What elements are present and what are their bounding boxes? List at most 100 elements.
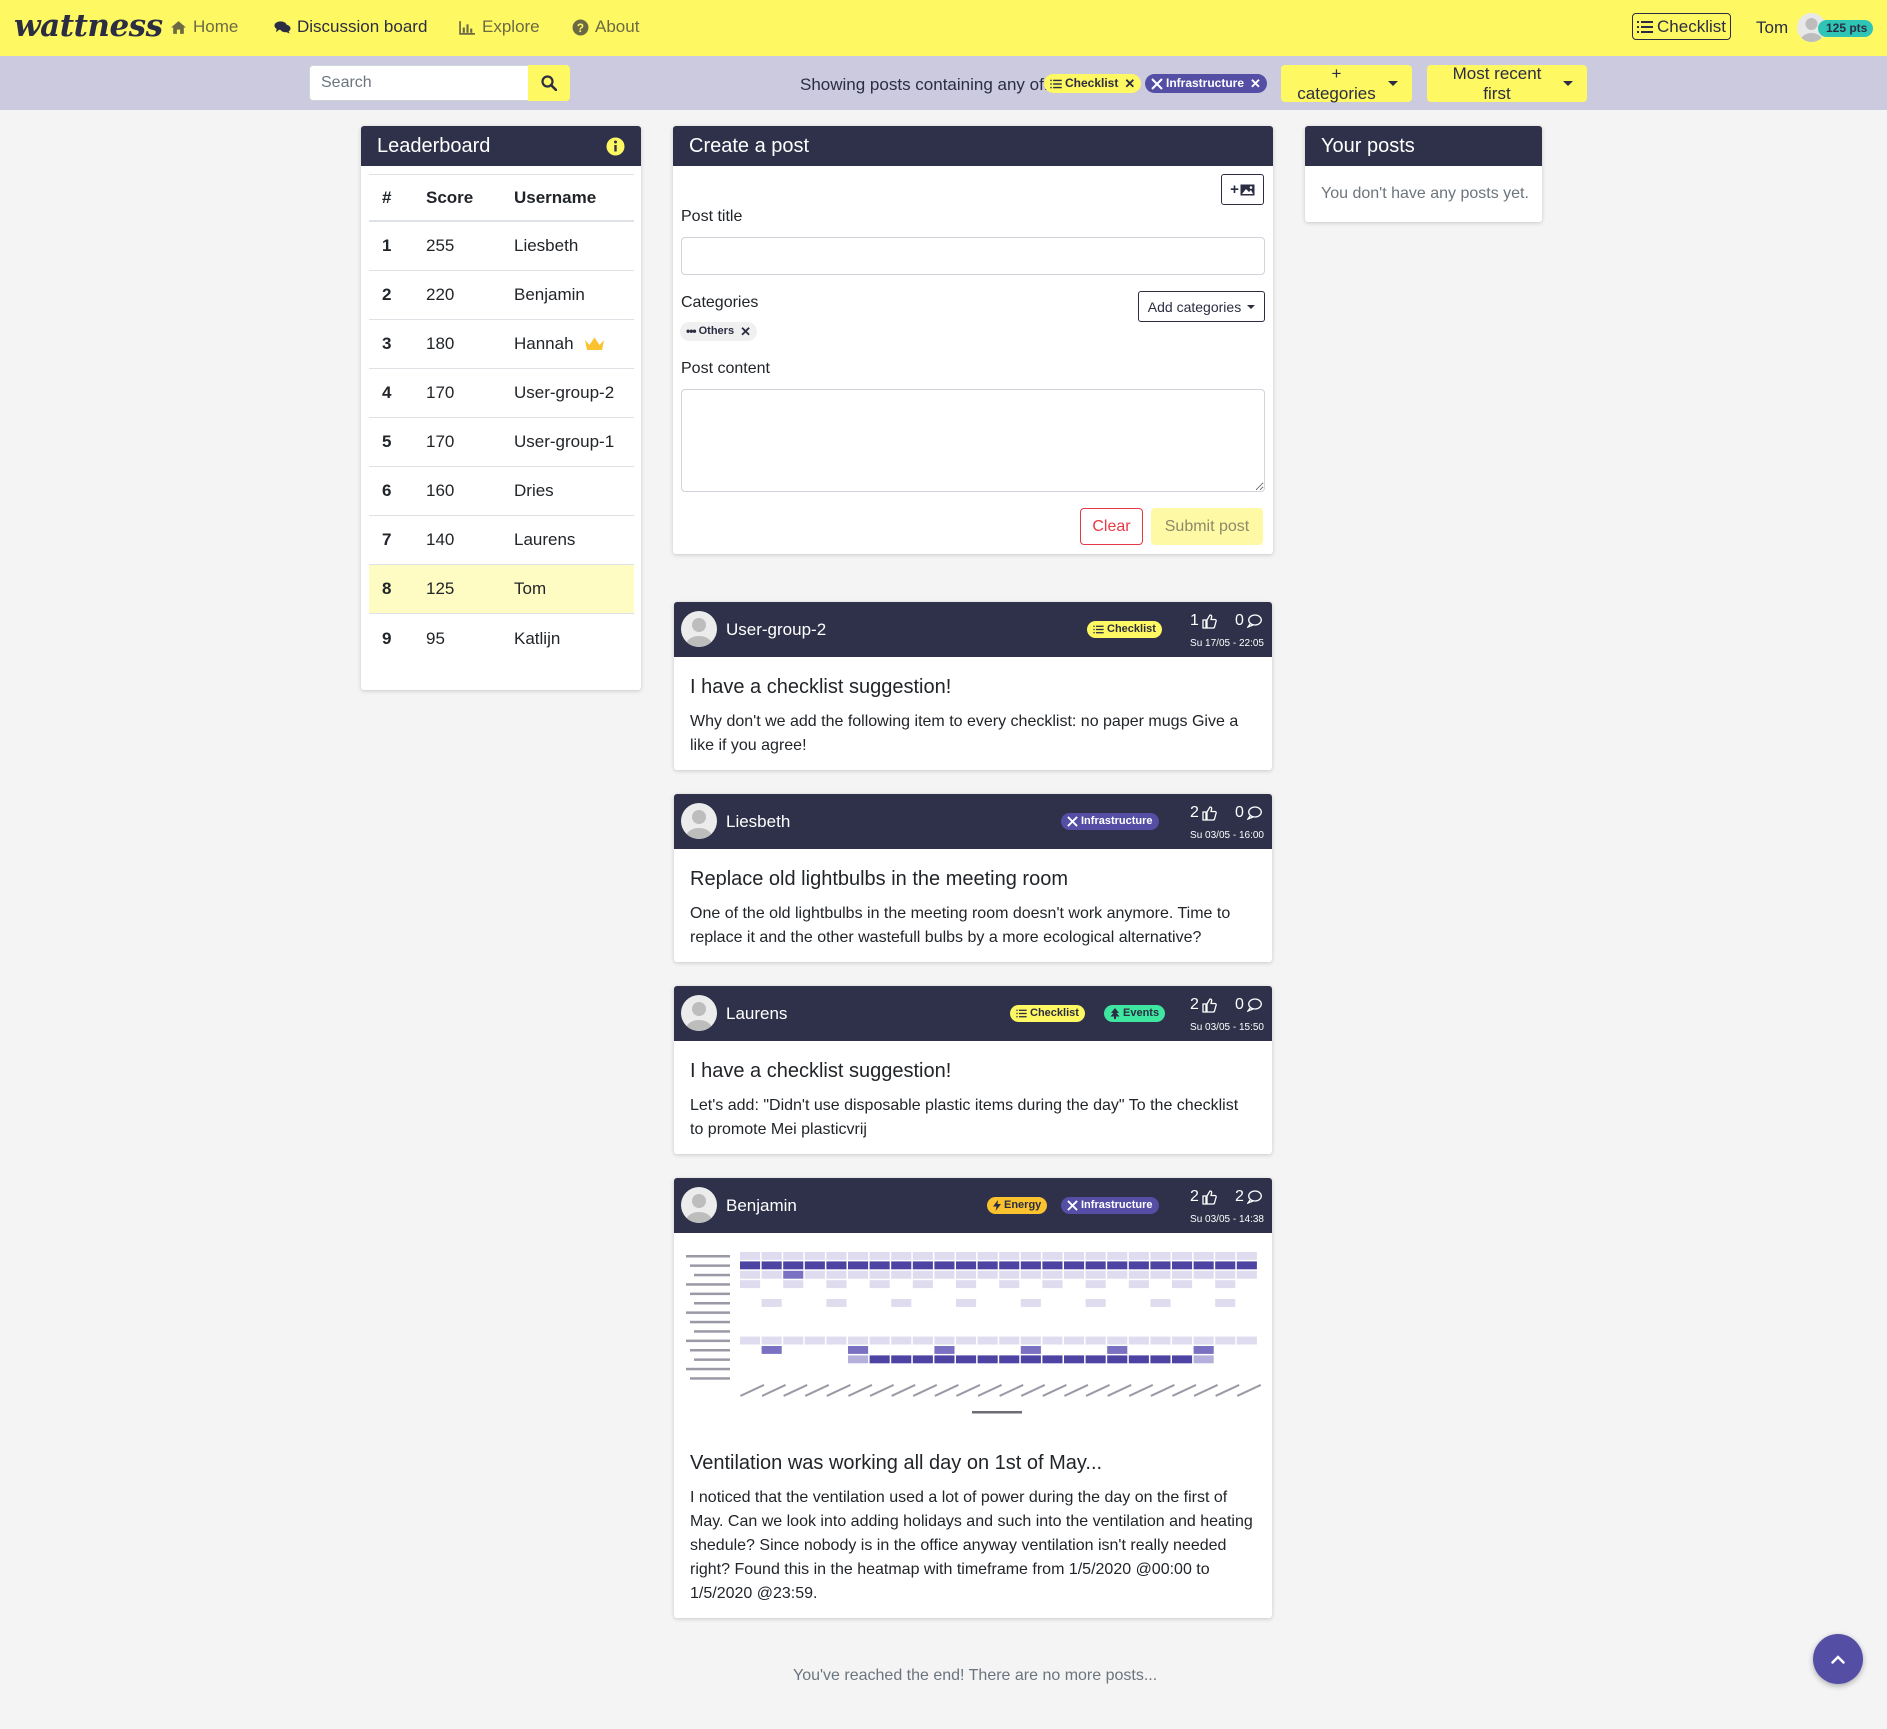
app-logo[interactable]: wattness <box>14 8 163 44</box>
heatmap-cell <box>869 1270 890 1279</box>
clear-button[interactable]: Clear <box>1080 508 1143 545</box>
heatmap-cell <box>891 1299 912 1307</box>
heatmap-cell <box>848 1261 869 1270</box>
post-author[interactable]: User-group-2 <box>726 620 826 640</box>
post-header: Benjamin Energy Infrastructure 2 2 Su 03… <box>674 1178 1272 1233</box>
likes-count: 1 <box>1190 612 1199 629</box>
heatmap-cell <box>1020 1346 1041 1354</box>
post-title-input[interactable] <box>681 237 1265 275</box>
heatmap-cell <box>826 1336 847 1345</box>
create-post-card: Create a post + Post title Categories Ad… <box>673 126 1273 554</box>
heatmap-cell <box>826 1270 847 1279</box>
search-button[interactable] <box>528 65 570 101</box>
add-categories-dropdown[interactable]: Add categories <box>1138 291 1265 322</box>
categories-dropdown-label: + categories <box>1297 63 1376 103</box>
heatmap-tick-label <box>1128 1384 1154 1397</box>
tag-energy[interactable]: Energy <box>987 1197 1048 1214</box>
heatmap-cell <box>1107 1261 1128 1270</box>
post-author[interactable]: Liesbeth <box>726 812 790 832</box>
likes[interactable]: 2 <box>1190 1188 1217 1206</box>
selected-category-chip[interactable]: ••• Others ✕ <box>680 322 757 341</box>
list-icon <box>1093 625 1104 634</box>
scroll-to-top-button[interactable] <box>1813 1634 1863 1684</box>
heatmap-cell <box>1172 1280 1193 1289</box>
comments[interactable]: 0 <box>1235 612 1262 630</box>
tag-infrastructure[interactable]: Infrastructure <box>1061 813 1159 830</box>
post-card[interactable]: Liesbeth Infrastructure 2 0 Su 03/05 - 1… <box>674 794 1272 962</box>
user-name[interactable]: Tom <box>1756 18 1788 38</box>
tag-events[interactable]: Events <box>1104 1005 1166 1022</box>
add-image-button[interactable]: + <box>1221 174 1264 205</box>
leaderboard-header: Leaderboard <box>361 126 641 166</box>
nav-home[interactable]: Home <box>170 17 238 37</box>
thumbs-up-icon <box>1202 1189 1217 1205</box>
heatmap-cell <box>848 1355 869 1364</box>
leaderboard-header-row: # Score Username <box>369 174 634 222</box>
post-author[interactable]: Benjamin <box>726 1196 797 1216</box>
close-icon[interactable]: ✕ <box>1250 74 1261 93</box>
username: Tom <box>514 579 547 598</box>
submit-post-button[interactable]: Submit post <box>1151 508 1263 545</box>
comments-icon <box>274 20 291 34</box>
search-input[interactable] <box>309 65 528 101</box>
likes[interactable]: 2 <box>1190 996 1217 1014</box>
bolt-icon <box>993 1200 1001 1211</box>
nav-about[interactable]: ? About <box>572 17 639 37</box>
nav-explore-label: Explore <box>482 17 540 36</box>
tag-infrastructure[interactable]: Infrastructure <box>1061 1197 1159 1214</box>
filter-chip-checklist[interactable]: Checklist ✕ <box>1044 74 1142 93</box>
heatmap-row-label <box>694 1302 730 1305</box>
heatmap-tick-label <box>1150 1384 1175 1397</box>
categories-dropdown[interactable]: + categories <box>1281 63 1412 103</box>
nav-explore[interactable]: Explore <box>459 17 540 37</box>
tag-label: Events <box>1123 1007 1160 1019</box>
leaderboard-row: 5 170 User-group-1 <box>369 418 634 467</box>
post-content-textarea[interactable] <box>681 389 1265 492</box>
heatmap-cell <box>1215 1270 1236 1279</box>
comments[interactable]: 0 <box>1235 996 1262 1014</box>
dots-icon: ••• <box>686 324 697 338</box>
tag-checklist[interactable]: Checklist <box>1010 1005 1085 1022</box>
chart-icon <box>459 20 475 35</box>
post-card[interactable]: User-group-2 Checklist 1 0 Su 17/05 - 22… <box>674 602 1272 770</box>
score: 180 <box>426 334 455 353</box>
heatmap-cell <box>848 1252 869 1260</box>
post-author[interactable]: Laurens <box>726 1004 787 1024</box>
col-rank-header: # <box>382 187 392 207</box>
heatmap-cell <box>1107 1355 1128 1364</box>
info-icon[interactable] <box>606 137 625 156</box>
filter-chip-infrastructure[interactable]: Infrastructure ✕ <box>1145 74 1267 93</box>
heatmap-cell <box>826 1299 847 1307</box>
post-date: Su 17/05 - 22:05 <box>1190 638 1264 649</box>
heatmap-cell <box>977 1355 998 1364</box>
heatmap-cell <box>912 1261 933 1270</box>
heatmap-cell <box>1150 1336 1171 1345</box>
heatmap-cell <box>1020 1336 1041 1345</box>
score: 220 <box>426 285 455 304</box>
rank: 3 <box>382 334 392 353</box>
sort-dropdown[interactable]: Most recent first <box>1427 64 1587 103</box>
heatmap-image[interactable] <box>680 1245 1266 1417</box>
heatmap-cell <box>1107 1252 1128 1260</box>
comments-count: 0 <box>1235 612 1244 629</box>
post-card[interactable]: Benjamin Energy Infrastructure 2 2 Su 03… <box>674 1178 1272 1618</box>
heatmap-cell <box>1128 1355 1149 1364</box>
likes[interactable]: 2 <box>1190 804 1217 822</box>
heatmap-tick-label <box>891 1384 916 1397</box>
tag-checklist[interactable]: Checklist <box>1087 621 1162 638</box>
heatmap-cell <box>761 1346 782 1354</box>
likes[interactable]: 1 <box>1190 612 1217 630</box>
leaderboard-title: Leaderboard <box>377 134 491 157</box>
checklist-button[interactable]: Checklist <box>1632 13 1731 40</box>
heatmap-cell <box>1172 1336 1193 1345</box>
username: Katlijn <box>514 628 561 648</box>
comments[interactable]: 0 <box>1235 804 1262 822</box>
close-icon[interactable]: ✕ <box>1124 74 1135 93</box>
post-card[interactable]: Laurens Checklist Events 2 0 Su 03/05 - … <box>674 986 1272 1154</box>
leaderboard-row: 2 220 Benjamin <box>369 271 634 320</box>
tools-icon <box>1067 1200 1078 1211</box>
close-icon[interactable]: ✕ <box>740 322 751 341</box>
nav-discussion-board[interactable]: Discussion board <box>274 17 427 37</box>
comments[interactable]: 2 <box>1235 1188 1262 1206</box>
leaderboard-row: 6 160 Dries <box>369 467 634 516</box>
